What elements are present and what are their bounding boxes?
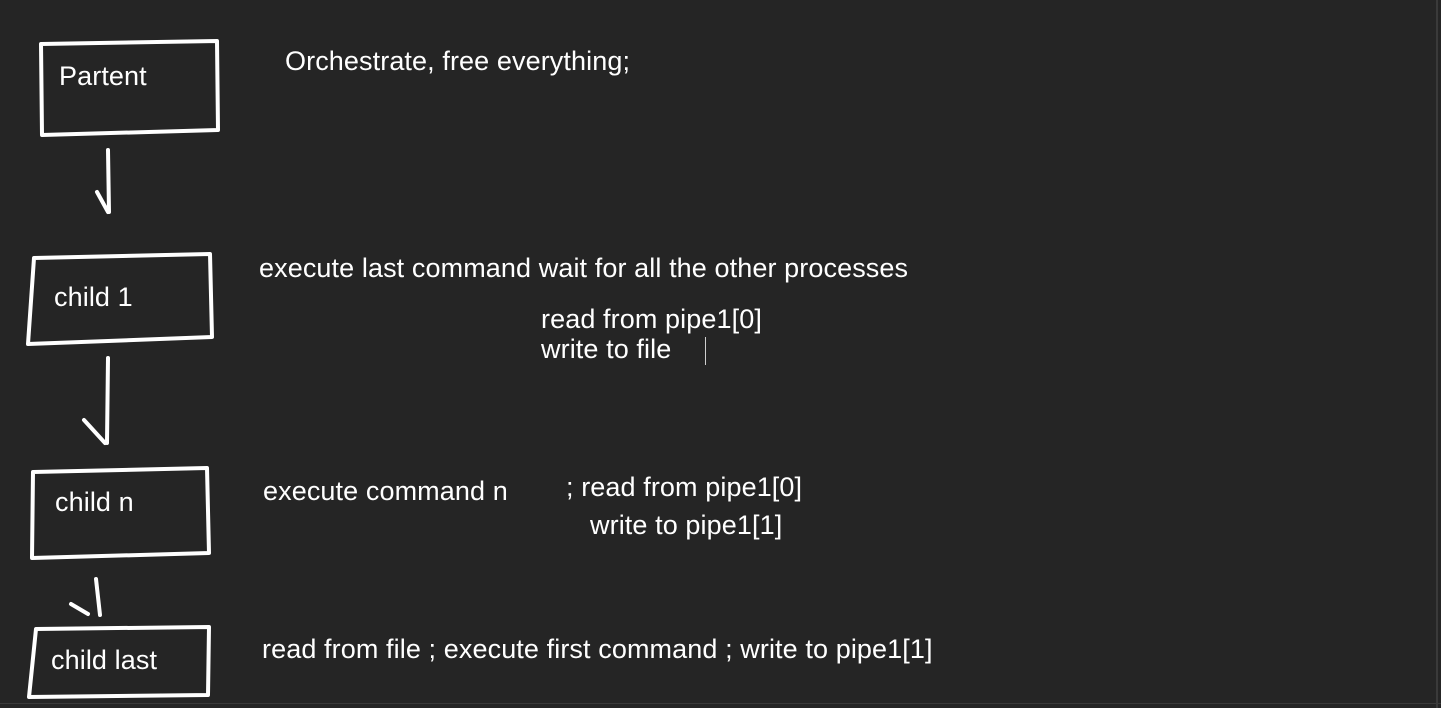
- arrow-child-1-to-child-n: [82, 356, 110, 445]
- note-child-1-read: read from pipe1[0]: [541, 304, 762, 334]
- arrow-parent-to-child-1: [95, 148, 111, 214]
- node-child-1-label: child 1: [54, 282, 133, 312]
- note-child-n-write: write to pipe1[1]: [590, 510, 783, 540]
- note-parent: Orchestrate, free everything;: [285, 46, 631, 76]
- bottom-edge-divider: [0, 703, 1441, 704]
- note-child-1-write: write to file: [541, 334, 672, 364]
- note-child-last: read from file ; execute first command ;…: [262, 634, 933, 664]
- text-cursor: [705, 337, 706, 365]
- arrow-child-n-to-child-last: [69, 577, 102, 617]
- node-child-last-label: child last: [51, 645, 158, 675]
- note-child-1: execute last command wait for all the ot…: [259, 253, 909, 283]
- diagram-drawing: [26, 39, 220, 699]
- diagram-canvas[interactable]: Partent child 1 child n child last Orche…: [0, 0, 1441, 708]
- note-child-n: execute command n: [263, 476, 508, 506]
- node-child-n-label: child n: [55, 487, 134, 517]
- right-edge-divider: [1436, 0, 1438, 708]
- note-child-n-read: ; read from pipe1[0]: [566, 472, 803, 502]
- node-parent-label: Partent: [59, 61, 147, 91]
